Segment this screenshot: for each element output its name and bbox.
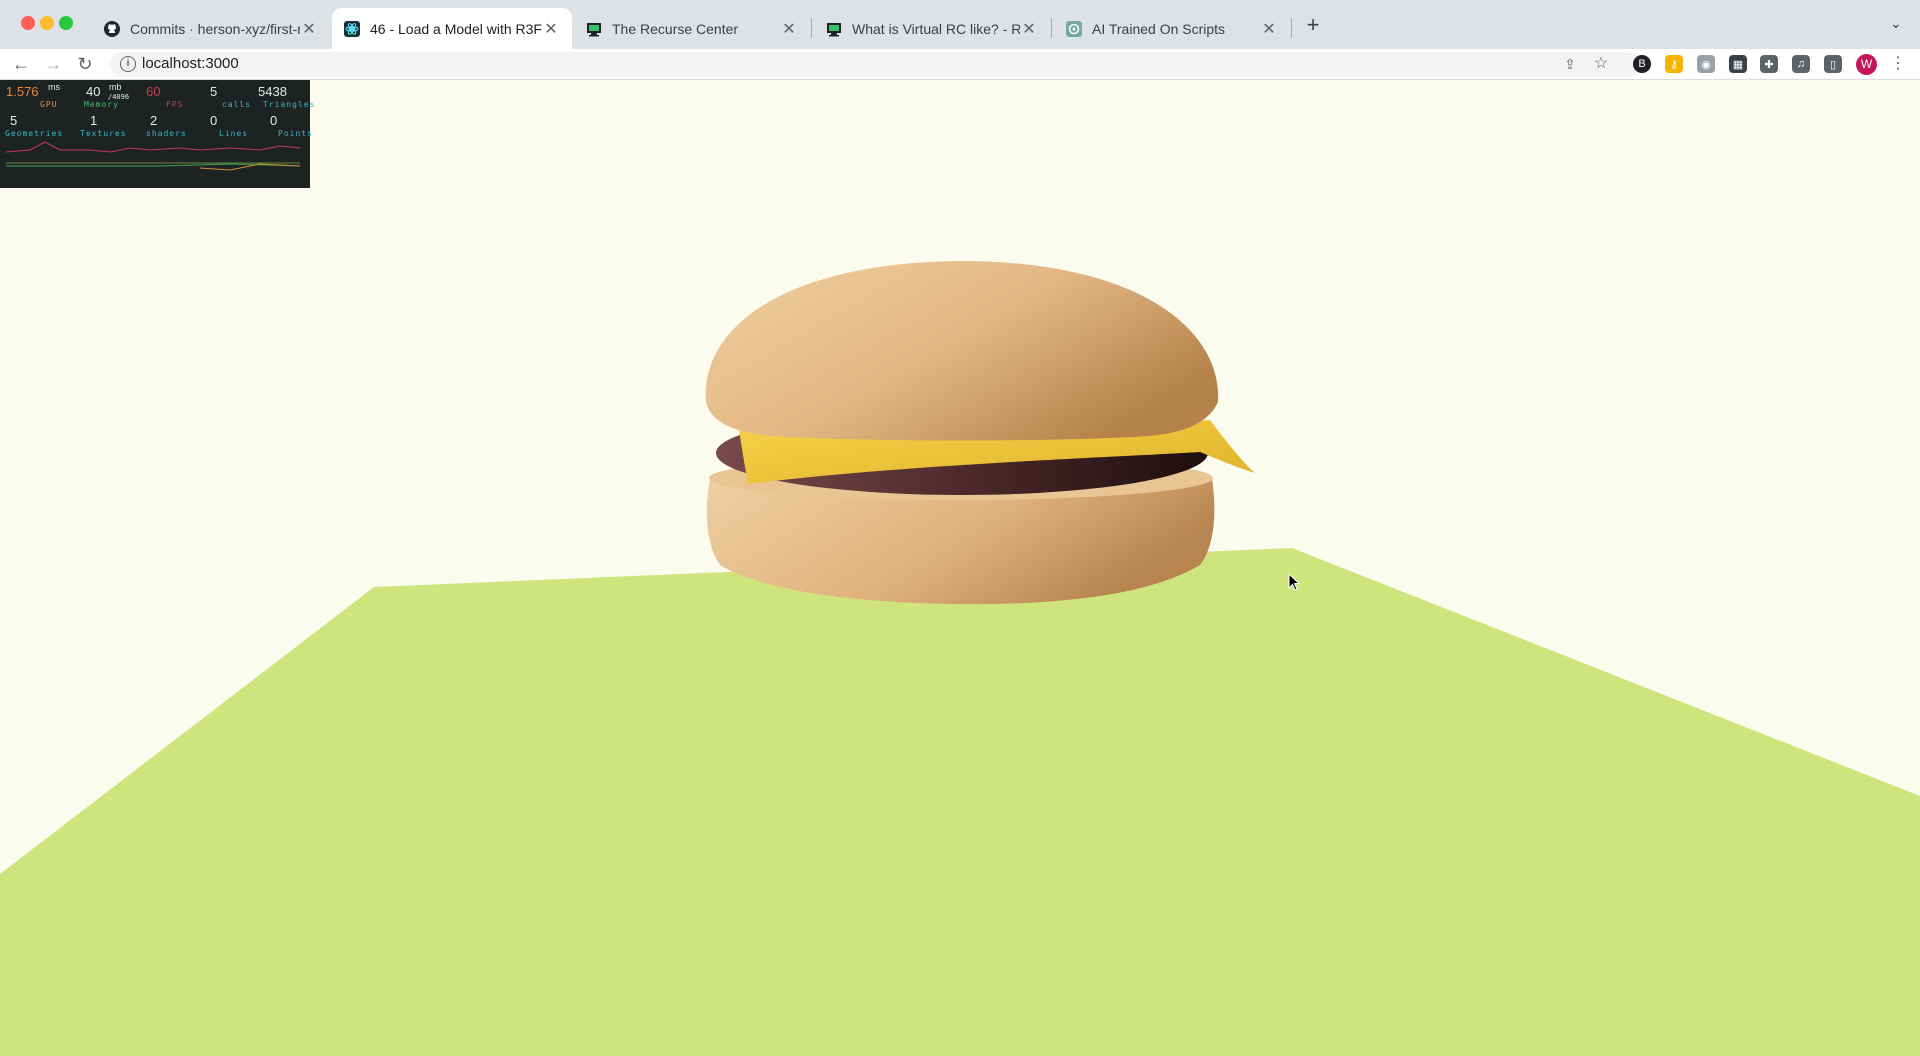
stat-gpu: 1.576 ms GPU bbox=[6, 82, 60, 109]
extension-grid-icon[interactable]: ▦ bbox=[1729, 55, 1747, 73]
maximize-window-button[interactable] bbox=[59, 16, 73, 30]
fps-value: 60 bbox=[146, 84, 161, 99]
triangles-value: 5438 bbox=[258, 84, 287, 99]
points-value: 0 bbox=[270, 113, 278, 128]
tab-title: Commits · herson-xyz/first-rea bbox=[130, 20, 300, 37]
tab-title: The Recurse Center bbox=[612, 20, 739, 37]
camera-icon[interactable]: ◉ bbox=[1697, 55, 1715, 73]
github-icon bbox=[104, 20, 120, 37]
back-arrow-icon[interactable]: ← bbox=[9, 53, 33, 77]
scene-3d bbox=[0, 261, 1920, 1056]
extension-b-icon[interactable]: B bbox=[1633, 55, 1651, 73]
new-tab-button[interactable]: + bbox=[1300, 12, 1326, 38]
mouse-cursor-icon bbox=[1288, 573, 1301, 591]
triangles-label: Triangles bbox=[263, 100, 316, 109]
media-control-icon[interactable]: ♫ bbox=[1792, 55, 1810, 73]
geometries-value: 5 bbox=[10, 113, 18, 128]
shaders-label: shaders bbox=[146, 129, 187, 138]
memory-label: Memory bbox=[84, 100, 119, 109]
lines-label: Lines bbox=[219, 129, 249, 138]
tab-virtual-rc[interactable]: What is Virtual RC like? - Recu ✕ bbox=[814, 8, 1050, 49]
stat-memory: 40 mb /4096 Memory bbox=[84, 82, 129, 109]
stat-shaders: 2 shaders bbox=[146, 113, 186, 138]
profile-avatar[interactable]: W bbox=[1856, 54, 1877, 75]
forward-arrow-icon[interactable]: → bbox=[41, 53, 65, 77]
side-panel-icon[interactable]: ▯ bbox=[1824, 55, 1842, 73]
memory-unit: mb bbox=[109, 82, 122, 92]
gpu-value: 1.576 bbox=[6, 84, 39, 99]
minimize-window-button[interactable] bbox=[40, 16, 54, 30]
stat-calls: 5 calls bbox=[210, 84, 250, 109]
textures-value: 1 bbox=[90, 113, 98, 128]
textures-label: Textures bbox=[80, 129, 127, 138]
tab-title: 46 - Load a Model with R3F bbox=[370, 20, 542, 37]
tab-ai-trained[interactable]: AI Trained On Scripts ✕ bbox=[1054, 8, 1290, 49]
calls-label: calls bbox=[222, 100, 252, 109]
reload-icon[interactable]: ↻ bbox=[73, 53, 97, 77]
recurse-icon bbox=[826, 21, 842, 37]
stat-textures: 1 Textures bbox=[80, 113, 126, 138]
geometries-label: Geometries bbox=[5, 129, 64, 138]
extensions-puzzle-icon[interactable]: ✚ bbox=[1760, 55, 1778, 73]
site-info-icon[interactable]: i bbox=[120, 56, 136, 72]
recurse-icon bbox=[586, 21, 602, 37]
stat-points: 0 Points bbox=[270, 113, 312, 138]
close-window-button[interactable] bbox=[21, 16, 35, 30]
points-label: Points bbox=[278, 129, 313, 138]
gpu-label: GPU bbox=[40, 100, 58, 109]
close-tab-icon[interactable]: ✕ bbox=[542, 19, 560, 39]
tab-separator bbox=[1051, 18, 1052, 38]
tab-strip: Commits · herson-xyz/first-rea ✕ 46 - Lo… bbox=[0, 0, 1920, 49]
tab-search-chevron-icon[interactable]: ⌄ bbox=[1890, 15, 1902, 32]
tab-load-model[interactable]: 46 - Load a Model with R3F ✕ bbox=[332, 8, 572, 49]
tab-separator bbox=[1291, 18, 1292, 38]
r3f-canvas[interactable]: 1.576 ms GPU 40 mb /4096 Memory 60 FPS 5… bbox=[0, 80, 1920, 1056]
stat-geometries: 5 Geometries bbox=[5, 113, 62, 138]
stat-fps: 60 FPS bbox=[146, 84, 182, 109]
menu-kebab-icon[interactable]: ⋮ bbox=[1886, 53, 1910, 77]
perf-stats-panel: 1.576 ms GPU 40 mb /4096 Memory 60 FPS 5… bbox=[0, 80, 314, 188]
shaders-value: 2 bbox=[150, 113, 158, 128]
memory-value: 40 bbox=[86, 84, 101, 99]
tab-title: AI Trained On Scripts bbox=[1092, 20, 1226, 37]
gpu-unit: ms bbox=[48, 82, 60, 92]
tab-recurse-center[interactable]: The Recurse Center ✕ bbox=[574, 8, 810, 49]
tab-separator bbox=[811, 18, 812, 38]
tab-commits[interactable]: Commits · herson-xyz/first-rea ✕ bbox=[92, 8, 330, 49]
fps-label: FPS bbox=[166, 100, 184, 109]
bookmark-star-icon[interactable]: ☆ bbox=[1589, 53, 1613, 77]
close-tab-icon[interactable]: ✕ bbox=[1020, 19, 1038, 39]
top-bun bbox=[705, 261, 1219, 441]
close-tab-icon[interactable]: ✕ bbox=[300, 19, 318, 39]
lines-value: 0 bbox=[210, 113, 218, 128]
url-text: localhost:3000 bbox=[142, 55, 239, 72]
openai-icon bbox=[1066, 20, 1082, 37]
r3f-icon bbox=[344, 20, 360, 37]
browser-toolbar: ← → ↻ i localhost:3000 ⇪ ☆ B ⚷ ◉ ▦ ✚ ♫ ▯… bbox=[0, 49, 1920, 80]
address-bar[interactable]: i localhost:3000 bbox=[110, 52, 1640, 77]
stat-lines: 0 Lines bbox=[210, 113, 247, 138]
floor-plane bbox=[0, 548, 1920, 1056]
share-icon[interactable]: ⇪ bbox=[1558, 53, 1582, 77]
browser-window: Commits · herson-xyz/first-rea ✕ 46 - Lo… bbox=[0, 0, 1920, 1056]
stat-triangles: 5438 Triangles bbox=[258, 84, 314, 109]
close-tab-icon[interactable]: ✕ bbox=[780, 19, 798, 39]
extension-key-icon[interactable]: ⚷ bbox=[1665, 55, 1683, 73]
close-tab-icon[interactable]: ✕ bbox=[1260, 19, 1278, 39]
calls-value: 5 bbox=[210, 84, 218, 99]
tab-title: What is Virtual RC like? - Recu bbox=[852, 20, 1020, 37]
